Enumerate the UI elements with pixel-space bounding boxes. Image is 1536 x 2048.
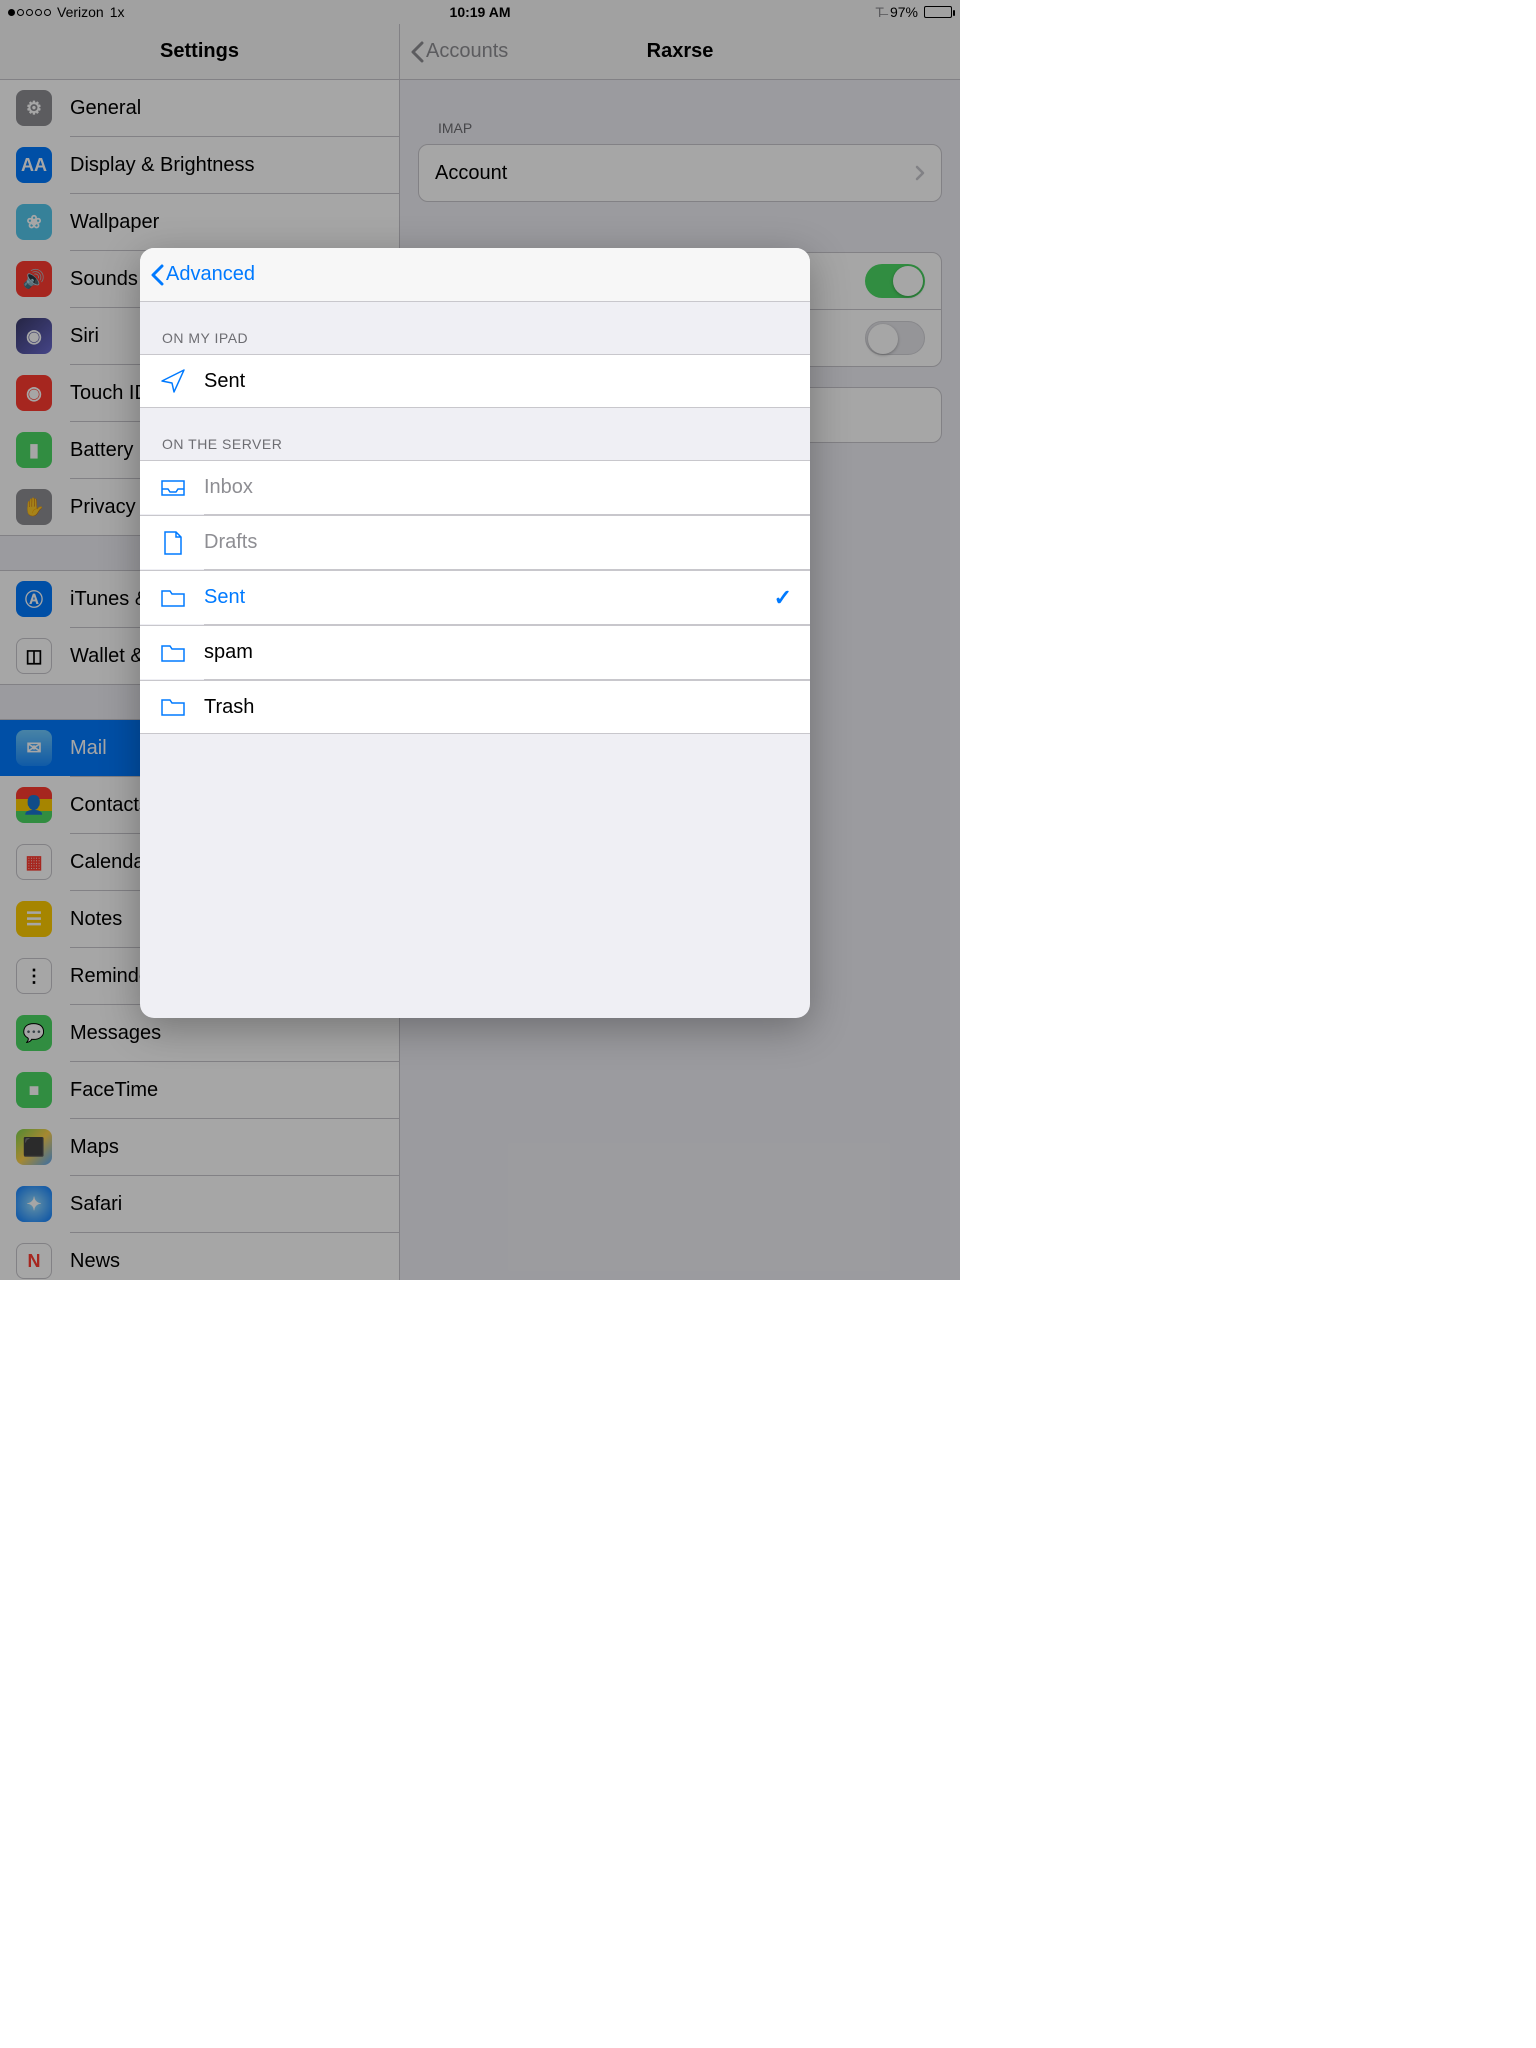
advanced-back-label: Advanced <box>166 263 255 286</box>
inbox-icon <box>158 478 188 498</box>
paper-plane-icon <box>158 368 188 394</box>
document-icon <box>158 530 188 556</box>
server-spam-label: spam <box>204 641 792 664</box>
mailbox-picker-popover: Advanced ON MY IPAD Sent ON THE SERVER I… <box>140 248 810 1018</box>
popover-navbar: Advanced <box>140 248 810 302</box>
server-sent-row[interactable]: Sent ✓ <box>140 570 810 624</box>
server-spam-row[interactable]: spam <box>140 625 810 679</box>
server-drafts-row[interactable]: Drafts <box>140 515 810 569</box>
server-trash-label: Trash <box>204 696 792 719</box>
folder-icon <box>158 642 188 664</box>
server-inbox-row[interactable]: Inbox <box>140 460 810 514</box>
server-drafts-label: Drafts <box>204 531 792 554</box>
on-the-server-header: ON THE SERVER <box>140 408 810 460</box>
advanced-back-button[interactable]: Advanced <box>150 263 255 286</box>
folder-icon <box>158 587 188 609</box>
server-sent-label: Sent <box>204 586 774 609</box>
server-trash-row[interactable]: Trash <box>140 680 810 734</box>
on-my-ipad-header: ON MY IPAD <box>140 302 810 354</box>
screen: Verizon 1x 10:19 AM T̶ 97% Settings ⚙Gen… <box>0 0 960 1280</box>
folder-icon <box>158 696 188 718</box>
server-inbox-label: Inbox <box>204 476 792 499</box>
local-sent-label: Sent <box>204 370 792 393</box>
checkmark-icon: ✓ <box>774 585 792 611</box>
local-sent-row[interactable]: Sent <box>140 354 810 408</box>
